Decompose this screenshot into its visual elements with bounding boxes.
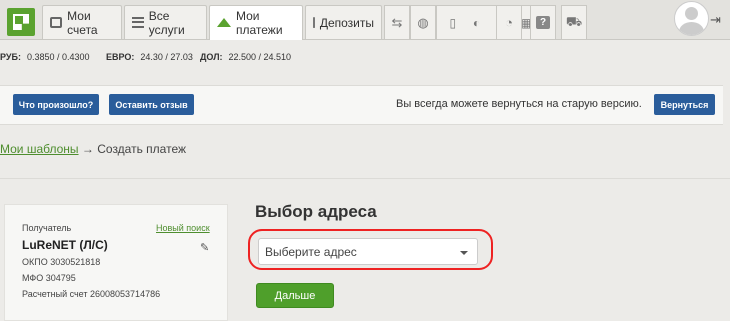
cart-icon: ⛟ [565, 13, 583, 29]
breadcrumb-link-templates[interactable]: Мои шаблоны [0, 142, 79, 156]
cart-button[interactable]: ⛟ [561, 5, 587, 39]
home-icon [217, 17, 231, 27]
breadcrumb-current: Создать платеж [97, 142, 187, 156]
recipient-label: Получатель [22, 223, 72, 233]
recipient-account: Расчетный счет 26008053714786 [22, 289, 161, 299]
what-happened-button[interactable]: Что произошло? [13, 94, 99, 115]
rate-value: 0.3850 / 0.4300 [26, 52, 90, 62]
page-title: Выбор адреса [255, 202, 377, 221]
privatbank-logo-icon[interactable] [7, 8, 35, 36]
rate-value: 22.500 / 24.510 [228, 52, 292, 62]
next-button[interactable]: Дальше [256, 283, 334, 308]
tab-label: Депозиты [319, 15, 374, 30]
tab-all-services[interactable]: Все услуги [124, 5, 207, 39]
tab-label: Все услуги [148, 8, 185, 37]
old-version-notice: Что произошло? Оставить отзыв Вы всегда … [0, 85, 723, 125]
list-icon [132, 17, 144, 28]
breadcrumb: Мои шаблоны → Создать платеж [0, 142, 186, 156]
rate-eur: ЕВРО: 24.30 / 27.03 [106, 52, 193, 62]
card-icon [50, 17, 63, 28]
avatar[interactable] [674, 1, 709, 36]
recipient-card: Получатель Новый поиск LuReNET (Л/С) ✎ О… [4, 204, 228, 321]
entertainment-button[interactable]: ◍ [410, 5, 436, 39]
tab-label: Мои платежи [236, 9, 283, 37]
help-button[interactable]: ? [530, 5, 556, 39]
new-search-link[interactable]: Новый поиск [156, 223, 210, 233]
piggy-bank-icon [313, 17, 315, 28]
return-button[interactable]: Вернуться [654, 94, 715, 115]
tab-label: Мои счета [67, 8, 98, 37]
tab-deposits[interactable]: Депозиты [305, 5, 382, 39]
edit-pencil-icon[interactable]: ✎ [200, 241, 209, 254]
logout-icon[interactable]: ⇥ [710, 12, 721, 28]
transport-button[interactable]: ⇆ [384, 5, 410, 39]
tab-my-payments[interactable]: Мои платежи [209, 5, 303, 40]
mobile-apps-icon: ▯ [449, 15, 457, 30]
rate-rub: РУБ: 0.3850 / 0.4300 [0, 52, 90, 62]
rate-currency: РУБ: [0, 52, 21, 62]
history-icon: ◔ [505, 15, 513, 30]
highlight-annotation [248, 229, 493, 270]
rate-usd: ДОЛ: 22.500 / 24.510 [200, 52, 291, 62]
recipient-name: LuReNET (Л/С) [22, 238, 108, 252]
android-icon: ◐ [472, 15, 481, 30]
recipient-mfo: МФО 304795 [22, 273, 76, 283]
divider [0, 178, 730, 179]
top-navigation: Мои счета Все услуги Мои платежи Депозит… [0, 0, 730, 40]
breadcrumb-arrow: → [81, 142, 94, 156]
rate-currency: ЕВРО: [106, 52, 135, 62]
leave-feedback-button[interactable]: Оставить отзыв [109, 94, 194, 115]
recipient-okpo: ОКПО 3030521818 [22, 257, 101, 267]
rate-currency: ДОЛ: [200, 52, 223, 62]
rate-value: 24.30 / 27.03 [140, 52, 193, 62]
help-icon: ? [535, 16, 551, 29]
sports-ball-icon: ◍ [417, 14, 429, 30]
tab-my-accounts[interactable]: Мои счета [42, 5, 122, 39]
transport-icon: ⇆ [391, 14, 403, 30]
notice-text: Вы всегда можете вернуться на старую вер… [396, 98, 642, 110]
history-button[interactable]: ◔ [496, 5, 522, 39]
